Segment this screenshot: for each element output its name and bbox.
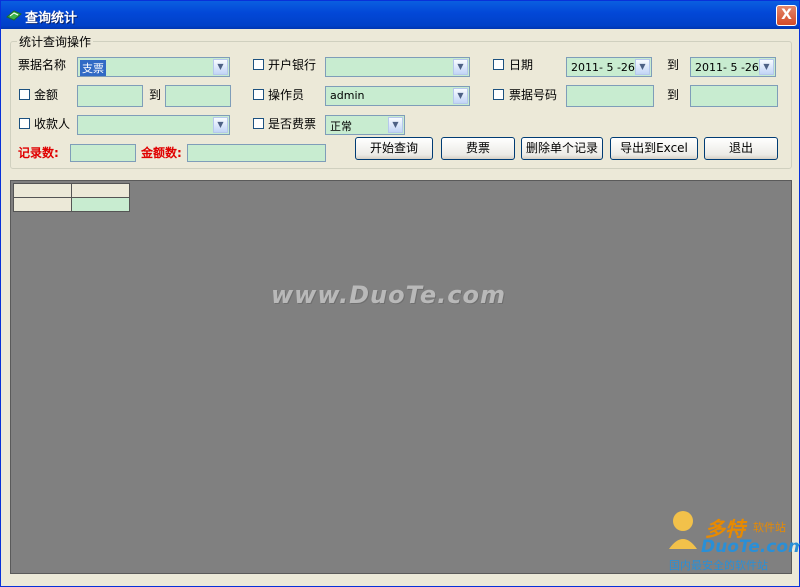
amount-label: 金额: [34, 88, 59, 102]
ticket-no-label: 票据号码: [509, 88, 558, 102]
operator-select[interactable]: admin ▼: [325, 86, 470, 106]
exit-button[interactable]: 退出: [704, 137, 778, 160]
logo-tagline: 国内最安全的软件站: [669, 559, 768, 572]
grid-row-header-cell[interactable]: [13, 197, 72, 212]
chevron-down-icon[interactable]: ▼: [453, 88, 468, 104]
fee-ticket-value: 正常: [330, 120, 352, 133]
window-title: 查询统计: [25, 11, 78, 26]
chevron-down-icon[interactable]: ▼: [213, 59, 228, 75]
app-icon: [6, 10, 22, 21]
start-query-button[interactable]: 开始查询: [355, 137, 433, 160]
chevron-down-icon[interactable]: ▼: [635, 59, 650, 75]
amount-to-input[interactable]: [165, 85, 231, 107]
date-from-value: 2011- 5 -26: [571, 61, 635, 74]
operator-value: admin: [330, 89, 365, 102]
logo-sub-text: 软件站: [753, 521, 786, 534]
payee-label: 收款人: [34, 117, 71, 131]
date-label: 日期: [509, 58, 534, 72]
payee-checkbox[interactable]: [19, 118, 30, 129]
group-legend: 统计查询操作: [17, 33, 94, 50]
close-button[interactable]: X: [776, 5, 797, 26]
record-count-label: 记录数:: [18, 146, 59, 160]
fee-ticket-select[interactable]: 正常 ▼: [325, 115, 405, 135]
payee-select[interactable]: ▼: [77, 115, 230, 135]
date-from-picker[interactable]: 2011- 5 -26 ▼: [566, 57, 652, 77]
bank-select[interactable]: ▼: [325, 57, 470, 77]
grid-header-cell[interactable]: [13, 183, 72, 198]
chevron-down-icon[interactable]: ▼: [388, 117, 403, 133]
date-to-picker[interactable]: 2011- 5 -26 ▼: [690, 57, 776, 77]
fee-ticket-checkbox[interactable]: [253, 118, 264, 129]
operator-label: 操作员: [268, 88, 305, 102]
title-bar[interactable]: 查询统计 X: [1, 1, 799, 29]
chevron-down-icon[interactable]: ▼: [213, 117, 228, 133]
fee-ticket-button[interactable]: 费票: [441, 137, 515, 160]
delete-record-button[interactable]: 删除单个记录: [521, 137, 603, 160]
watermark-text: www.DuoTe.com: [271, 281, 506, 309]
date-checkbox[interactable]: [493, 59, 504, 70]
date-to-value: 2011- 5 -26: [695, 61, 759, 74]
chevron-down-icon[interactable]: ▼: [453, 59, 468, 75]
ticket-no-from-input[interactable]: [566, 85, 654, 107]
logo-en-text: DuoTe.com: [701, 537, 800, 557]
ticket-no-to-label: 到: [667, 88, 680, 102]
ticket-name-value: 支票: [80, 60, 106, 76]
date-to-label: 到: [667, 58, 680, 72]
mascot-icon: [669, 511, 697, 549]
operator-checkbox[interactable]: [253, 89, 264, 100]
amount-count-field: [187, 144, 326, 162]
amount-count-label: 金额数:: [141, 146, 182, 160]
export-excel-button[interactable]: 导出到Excel: [610, 137, 698, 160]
amount-from-input[interactable]: [77, 85, 143, 107]
grid-data-cell[interactable]: [71, 197, 130, 212]
grid-header-cell[interactable]: [71, 183, 130, 198]
ticket-name-label: 票据名称: [18, 58, 67, 72]
amount-checkbox[interactable]: [19, 89, 30, 100]
ticket-no-checkbox[interactable]: [493, 89, 504, 100]
ticket-name-select[interactable]: 支票 ▼: [77, 57, 230, 77]
query-stats-window: 查询统计 X 统计查询操作 票据名称 支票 ▼ 开户银行 ▼ 日期 2011- …: [0, 0, 800, 587]
fee-ticket-label: 是否费票: [268, 117, 317, 131]
bank-label: 开户银行: [268, 58, 317, 72]
ticket-no-to-input[interactable]: [690, 85, 778, 107]
record-count-field: [70, 144, 136, 162]
amount-to-label: 到: [149, 88, 162, 102]
bank-checkbox[interactable]: [253, 59, 264, 70]
chevron-down-icon[interactable]: ▼: [759, 59, 774, 75]
